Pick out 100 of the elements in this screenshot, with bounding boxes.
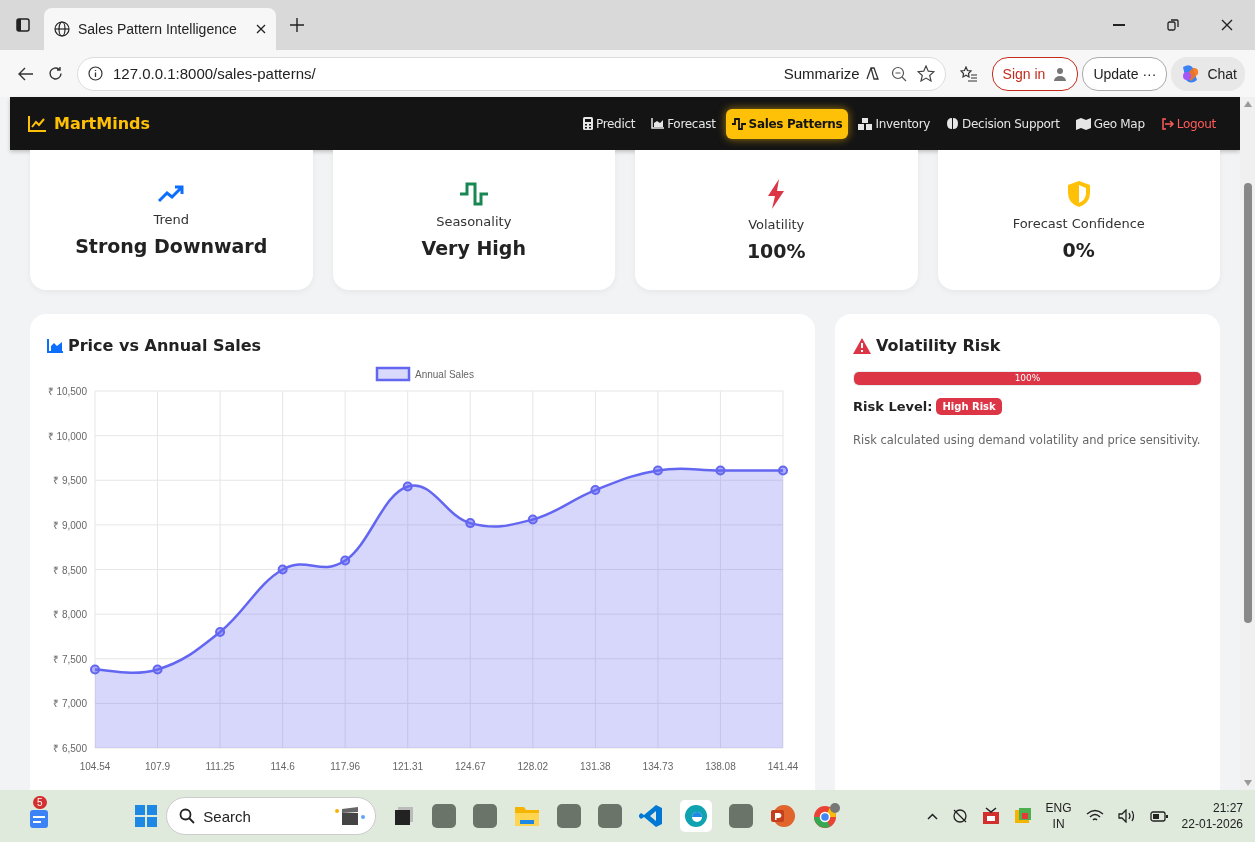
- notification-badge: 5: [33, 796, 47, 809]
- data-point: [590, 485, 601, 496]
- risk-badge: High Risk: [936, 398, 1002, 415]
- axis-label: 131.38: [580, 761, 611, 772]
- pulse-icon: [731, 117, 746, 130]
- folder-icon[interactable]: [514, 804, 541, 828]
- address-bar[interactable]: 127.0.0.1:8000/sales-patterns/ Summarize: [77, 56, 946, 91]
- stat-label: Trend: [153, 211, 190, 227]
- axis-label: 117.96: [330, 761, 361, 772]
- nav-link[interactable]: Geo Map: [1069, 108, 1151, 139]
- data-point: [277, 564, 288, 575]
- app-icon[interactable]: [432, 804, 457, 828]
- summarize-link[interactable]: Summarize: [783, 65, 860, 82]
- zoom-icon[interactable]: [890, 65, 907, 82]
- axis-label: 134.73: [642, 761, 674, 772]
- back-icon[interactable]: [18, 66, 34, 81]
- url-text: 127.0.0.1:8000/sales-patterns/: [113, 65, 316, 82]
- nav-link[interactable]: Predict: [576, 108, 642, 139]
- axis-label: ₹ 10,500: [47, 386, 87, 397]
- close-icon[interactable]: [1221, 19, 1233, 31]
- progress-reading: 100%: [1013, 372, 1042, 385]
- axis-label: ₹ 9,500: [53, 475, 87, 487]
- battery-icon[interactable]: [1149, 810, 1168, 822]
- app-icon[interactable]: [729, 804, 754, 828]
- close-icon[interactable]: [256, 24, 266, 34]
- calendar-icon[interactable]: [981, 807, 1000, 825]
- lightning-icon: [766, 178, 787, 209]
- stat-label: Forecast Confidence: [1012, 215, 1145, 231]
- data-point: [340, 555, 351, 566]
- new-tab-icon[interactable]: [290, 18, 304, 32]
- wifi-icon[interactable]: [1085, 809, 1104, 823]
- presentation-app-icon[interactable]: [770, 804, 797, 828]
- axis-label: ₹ 8,000: [53, 609, 87, 621]
- legend-item[interactable]: Annual Sales: [375, 366, 474, 382]
- windows-start-icon[interactable]: [135, 805, 158, 827]
- chrome-icon[interactable]: [813, 802, 842, 830]
- reload-icon[interactable]: [48, 66, 63, 81]
- sign-in-button[interactable]: Sign in: [991, 56, 1079, 91]
- search-icon: [179, 808, 196, 824]
- restore-icon[interactable]: [1167, 19, 1179, 31]
- data-point: [465, 518, 476, 529]
- update-button[interactable]: Update ···: [1082, 56, 1168, 91]
- axis-label: 114.6: [270, 761, 295, 772]
- language-indicator[interactable]: ENG IN: [1045, 800, 1072, 832]
- axis-label: 124.67: [455, 761, 486, 772]
- logout-icon: [1160, 117, 1174, 130]
- app-icon[interactable]: [473, 804, 498, 828]
- axis-label: 128.02: [517, 761, 549, 772]
- nav-link[interactable]: Forecast: [645, 108, 722, 139]
- taskbar-search[interactable]: Search: [166, 797, 377, 835]
- legend-label: Annual Sales: [415, 369, 474, 380]
- app-icon[interactable]: [557, 804, 582, 828]
- card-title: Price vs Annual Sales: [68, 336, 262, 355]
- stat-value: Strong Downward: [75, 234, 268, 257]
- area-chart-icon: [651, 118, 665, 129]
- nav-link[interactable]: Inventory: [852, 108, 937, 139]
- nav-link[interactable]: Decision Support: [940, 108, 1066, 139]
- trend-up-icon: [157, 183, 186, 204]
- task-view-icon[interactable]: [393, 805, 416, 827]
- clock[interactable]: 21:27 22-01-2026: [1181, 800, 1243, 832]
- data-point: [215, 627, 226, 637]
- data-point: [152, 664, 163, 675]
- nav-link[interactable]: Sales Patterns: [725, 108, 849, 139]
- code-editor-icon[interactable]: [639, 804, 664, 828]
- risk-note: Risk calculated using demand volatility and price sensitivity.: [853, 433, 1202, 447]
- data-point: [652, 465, 663, 476]
- axis-label: 141.44: [767, 761, 799, 772]
- tab-actions-icon[interactable]: [16, 18, 30, 32]
- person-icon: [1053, 66, 1068, 81]
- axis-label: 107.9: [145, 761, 171, 772]
- map-icon: [1075, 117, 1091, 130]
- axis-label: 111.25: [205, 761, 235, 772]
- axis-label: 104.54: [79, 761, 111, 772]
- calculator-icon: [582, 117, 593, 130]
- axis-label: ₹ 6,500: [53, 743, 87, 754]
- favorites-icon[interactable]: [959, 65, 978, 82]
- axis-label: ₹ 7,500: [53, 653, 87, 665]
- speaker-icon[interactable]: [1117, 809, 1136, 823]
- stat-value: 100%: [746, 239, 806, 262]
- brain-icon: [946, 117, 960, 130]
- warning-icon: [853, 337, 871, 354]
- boxes-icon: [858, 117, 873, 130]
- risk-label: Risk Level:: [853, 399, 933, 414]
- star-icon[interactable]: [916, 65, 935, 82]
- stat-value: Very High: [421, 236, 526, 259]
- chevron-up-icon[interactable]: [926, 812, 938, 820]
- app-icon[interactable]: [598, 804, 623, 828]
- tab-title: Sales Pattern Intelligence: [78, 21, 238, 37]
- no-sync-icon[interactable]: [951, 808, 968, 824]
- browser-icon[interactable]: [680, 800, 713, 832]
- globe-icon: [54, 21, 70, 37]
- palette-icon[interactable]: [1013, 807, 1032, 825]
- axis-label: ₹ 8,500: [53, 564, 87, 576]
- info-icon: [88, 66, 103, 81]
- card-title: Volatility Risk: [876, 336, 1001, 355]
- stat-value: 0%: [1062, 238, 1095, 261]
- chat-button[interactable]: Chat: [1171, 56, 1245, 91]
- nav-link[interactable]: Logout: [1154, 108, 1222, 139]
- brand-logo[interactable]: MartMinds: [28, 114, 151, 133]
- browser-tab[interactable]: Sales Pattern Intelligence: [44, 8, 276, 50]
